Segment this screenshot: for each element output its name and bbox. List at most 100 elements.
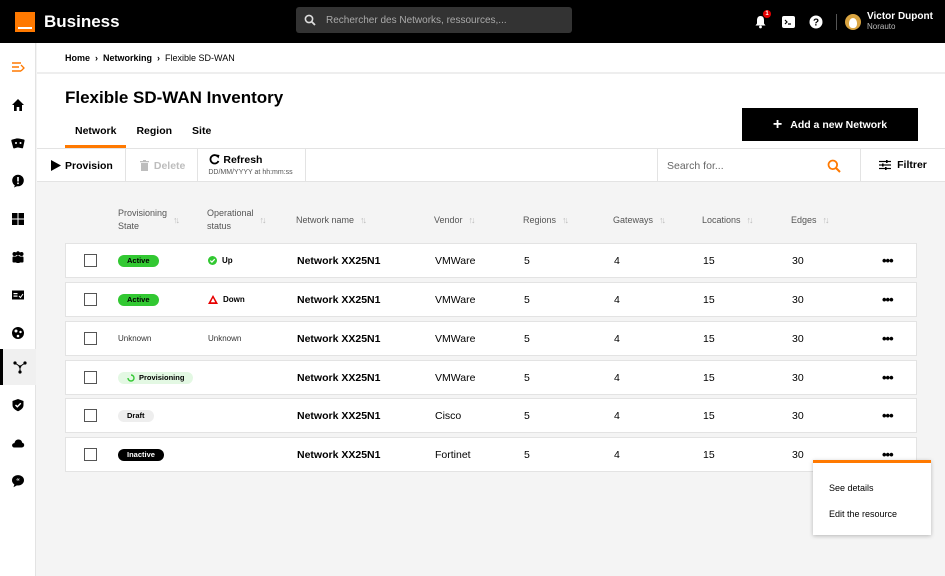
header-label: Regions [523,215,557,225]
network-name[interactable]: Network XX25N1 [297,361,380,394]
filter-button[interactable]: Filtrer [861,149,945,181]
grid-icon [12,213,24,225]
network-name[interactable]: Network XX25N1 [297,244,380,277]
sidebar-item-networking[interactable] [0,349,36,385]
row-checkbox[interactable] [84,371,97,384]
sort-icon[interactable]: ↑↓ [260,215,267,225]
column-header-provisioning-state[interactable]: Provisioning State ↑↓ [118,205,180,235]
delete-label: Delete [153,159,186,172]
row-checkbox[interactable] [84,293,97,306]
locations-count: 15 [703,409,715,422]
table-search-input[interactable] [667,159,827,172]
sidebar-item-internet[interactable] [0,315,36,351]
table-row[interactable]: Inactive Network XX25N1 Fortinet 5 4 15 30 ••• [65,437,917,472]
gateways-count: 4 [614,371,620,384]
user-menu[interactable]: Victor Dupont Norauto [867,11,933,32]
network-name[interactable]: Network XX25N1 [297,438,380,471]
network-name[interactable]: Network XX25N1 [297,283,380,316]
divider [37,72,945,74]
add-network-button[interactable]: + Add a new Network [742,108,918,141]
plus-icon: + [772,115,783,133]
sort-icon[interactable]: ↑↓ [173,215,180,225]
breadcrumb-networking[interactable]: Networking [103,53,152,63]
regions-count: 5 [524,332,530,345]
column-header-network-name[interactable]: Network name ↑↓ [296,205,367,235]
avatar[interactable] [845,13,861,30]
help-button[interactable]: ? [808,14,824,30]
global-search[interactable] [296,7,572,33]
header-label: Gateways [613,215,654,225]
tab-network[interactable]: Network [65,125,127,148]
play-icon [51,160,61,171]
orange-logo[interactable] [15,11,35,32]
notifications-button[interactable]: 1 [752,9,771,30]
column-header-operational-status[interactable]: Operational status ↑↓ [207,205,267,235]
network-name[interactable]: Network XX25N1 [297,322,380,355]
user-name: Victor Dupont [867,11,933,22]
vendor: VMWare [435,371,476,384]
search-icon[interactable] [827,159,841,173]
refresh-button[interactable]: Refresh DD/MM/YYYY at hh:mm:ss [198,149,306,182]
tab-region[interactable]: Region [126,125,182,148]
menu-expand-icon [12,62,25,72]
provision-button[interactable]: Provision [37,149,126,182]
regions-count: 5 [524,371,530,384]
sidebar-item-tickets[interactable] [0,125,36,161]
delete-button[interactable]: Delete [126,149,199,182]
column-header-gateways[interactable]: Gateways ↑↓ [613,205,666,235]
sidebar-item-dashboard[interactable] [0,201,36,237]
sidebar-item-billing[interactable] [0,277,36,313]
sort-icon[interactable]: ↑↓ [823,215,830,225]
provisioning-state-text: Unknown [118,334,152,343]
row-checkbox[interactable] [84,409,97,422]
menu-item-edit-resource[interactable]: Edit the resource [829,509,897,519]
terminal-button[interactable] [780,14,796,30]
sidebar-item-security[interactable] [0,387,36,423]
more-actions-icon[interactable]: ••• [882,244,894,277]
regions-count: 5 [524,409,530,422]
chevron-right-icon: › [157,53,161,63]
sidebar-item-menu-toggle[interactable] [0,49,36,85]
table-row[interactable]: Unknown Unknown Network XX25N1 VMWare 5 4 15 30… [65,321,917,356]
more-actions-icon[interactable]: ••• [882,322,894,355]
more-actions-icon[interactable]: ••• [882,361,894,394]
tab-site[interactable]: Site [182,125,221,148]
edges-count: 30 [792,254,804,267]
svg-text:?: ? [813,17,819,28]
table-search[interactable] [657,149,861,182]
edges-count: 30 [792,371,804,384]
global-search-input[interactable] [326,14,556,26]
sort-icon[interactable]: ↑↓ [469,215,476,225]
row-checkbox[interactable] [84,254,97,267]
locations-count: 15 [703,371,715,384]
breadcrumb-home[interactable]: Home [65,53,90,63]
sidebar-item-users[interactable] [0,239,36,275]
warning-icon [208,295,218,304]
column-header-regions[interactable]: Regions ↑↓ [523,205,569,235]
more-actions-icon[interactable]: ••• [882,399,894,432]
column-header-locations[interactable]: Locations ↑↓ [702,205,754,235]
row-checkbox[interactable] [84,448,97,461]
table-row[interactable]: Active Up Network XX25N1 VMWare 5 4 15 30 ••• [65,243,917,278]
edges-count: 30 [792,332,804,345]
table-row[interactable]: Draft Network XX25N1 Cisco 5 4 15 30 ••• [65,398,917,433]
vendor: VMWare [435,254,476,267]
network-name[interactable]: Network XX25N1 [297,399,380,432]
column-header-vendor[interactable]: Vendor ↑↓ [434,205,476,235]
menu-item-see-details[interactable]: See details [829,483,874,493]
last-refresh-timestamp: DD/MM/YYYY at hh:mm:ss [208,168,293,176]
column-header-edges[interactable]: Edges ↑↓ [791,205,830,235]
sort-icon[interactable]: ↑↓ [659,215,666,225]
sort-icon[interactable]: ↑↓ [360,215,367,225]
sidebar-item-cloud[interactable] [0,425,36,461]
row-checkbox[interactable] [84,332,97,345]
toolbar: Provision Delete Refresh DD/MM/YYYY at h… [37,148,945,182]
sidebar-item-home[interactable] [0,87,36,123]
sidebar-item-alerts[interactable] [0,163,36,199]
sort-icon[interactable]: ↑↓ [747,215,754,225]
sidebar-item-feedback[interactable]: “ [0,463,36,499]
table-row[interactable]: Provisioning Network XX25N1 VMWare 5 4 15 30 ••… [65,360,917,395]
sort-icon[interactable]: ↑↓ [562,215,569,225]
more-actions-icon[interactable]: ••• [882,283,894,316]
table-row[interactable]: Active Down Network XX25N1 VMWare 5 4 15 30 ••• [65,282,917,317]
